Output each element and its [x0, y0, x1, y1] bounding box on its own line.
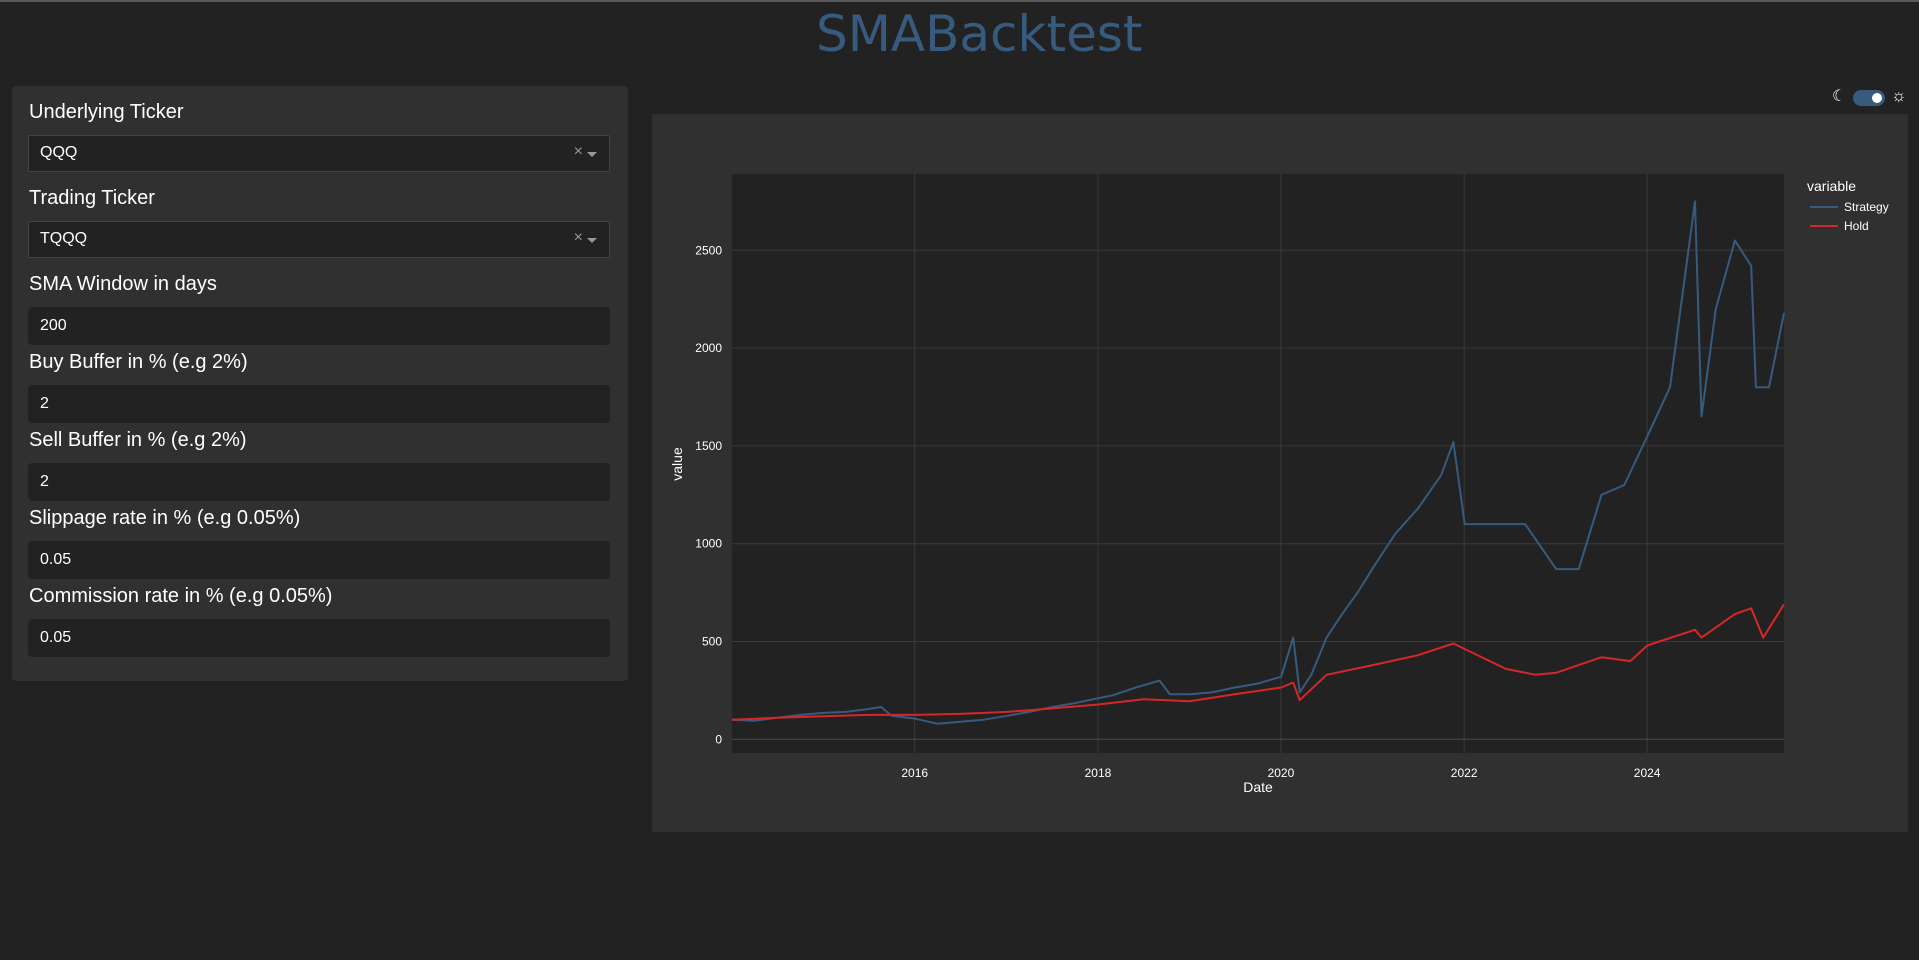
theme-toggle[interactable]: ☾ ☼ — [1832, 86, 1912, 108]
moon-icon: ☾ — [1832, 88, 1847, 105]
x-tick-label: 2024 — [1634, 766, 1661, 780]
y-tick-label: 0 — [715, 732, 722, 746]
y-tick-label: 2500 — [695, 243, 722, 257]
x-axis-title: Date — [1243, 779, 1273, 795]
settings-panel: Underlying Ticker QQQ × Trading Ticker T… — [12, 86, 628, 681]
chart-container: 2016 2018 2020 2022 2024 0 500 1000 1500 2000 250… — [652, 114, 1908, 832]
slippage-label: Slippage rate in % (e.g 0.05%) — [29, 507, 301, 529]
commission-input[interactable] — [28, 619, 610, 657]
buy-buffer-input[interactable] — [28, 385, 610, 423]
x-tick-label: 2020 — [1268, 766, 1295, 780]
chevron-down-icon[interactable] — [587, 238, 597, 243]
slippage-input[interactable] — [28, 541, 610, 579]
y-axis-title: value — [669, 447, 685, 481]
trading-ticker-value: TQQQ — [40, 230, 88, 247]
sell-buffer-label: Sell Buffer in % (e.g 2%) — [29, 429, 247, 451]
theme-switch[interactable] — [1853, 90, 1885, 106]
y-tick-label: 1500 — [695, 439, 722, 453]
clear-icon[interactable]: × — [574, 143, 583, 161]
y-tick-label: 500 — [702, 635, 722, 649]
switch-knob — [1872, 93, 1882, 103]
commission-label: Commission rate in % (e.g 0.05%) — [29, 585, 333, 607]
y-tick-label: 1000 — [695, 537, 722, 551]
underlying-ticker-dropdown[interactable]: QQQ × — [28, 135, 610, 172]
y-ticks: 0 500 1000 1500 2000 2500 — [695, 243, 722, 746]
buy-buffer-label: Buy Buffer in % (e.g 2%) — [29, 351, 248, 373]
legend[interactable]: Strategy Hold — [1810, 200, 1889, 233]
sma-window-label: SMA Window in days — [29, 273, 217, 295]
underlying-ticker-value: QQQ — [40, 144, 78, 161]
sell-buffer-input[interactable] — [28, 463, 610, 501]
legend-title: variable — [1807, 178, 1856, 194]
y-tick-label: 2000 — [695, 341, 722, 355]
sun-icon: ☼ — [1891, 86, 1907, 105]
legend-label-hold: Hold — [1844, 219, 1869, 233]
clear-icon[interactable]: × — [574, 229, 583, 247]
x-tick-label: 2022 — [1451, 766, 1478, 780]
sma-window-input[interactable] — [28, 307, 610, 345]
x-tick-label: 2018 — [1085, 766, 1112, 780]
app-title: SMABacktest — [816, 5, 1143, 63]
trading-ticker-dropdown[interactable]: TQQQ × — [28, 221, 610, 258]
chevron-down-icon[interactable] — [587, 152, 597, 157]
plot-area — [732, 174, 1784, 753]
trading-ticker-label: Trading Ticker — [29, 187, 155, 209]
underlying-ticker-label: Underlying Ticker — [29, 101, 184, 123]
x-ticks: 2016 2018 2020 2022 2024 — [901, 766, 1660, 780]
legend-label-strategy: Strategy — [1844, 200, 1889, 214]
equity-chart: 2016 2018 2020 2022 2024 0 500 1000 1500 2000 250… — [669, 174, 1889, 795]
x-tick-label: 2016 — [901, 766, 928, 780]
